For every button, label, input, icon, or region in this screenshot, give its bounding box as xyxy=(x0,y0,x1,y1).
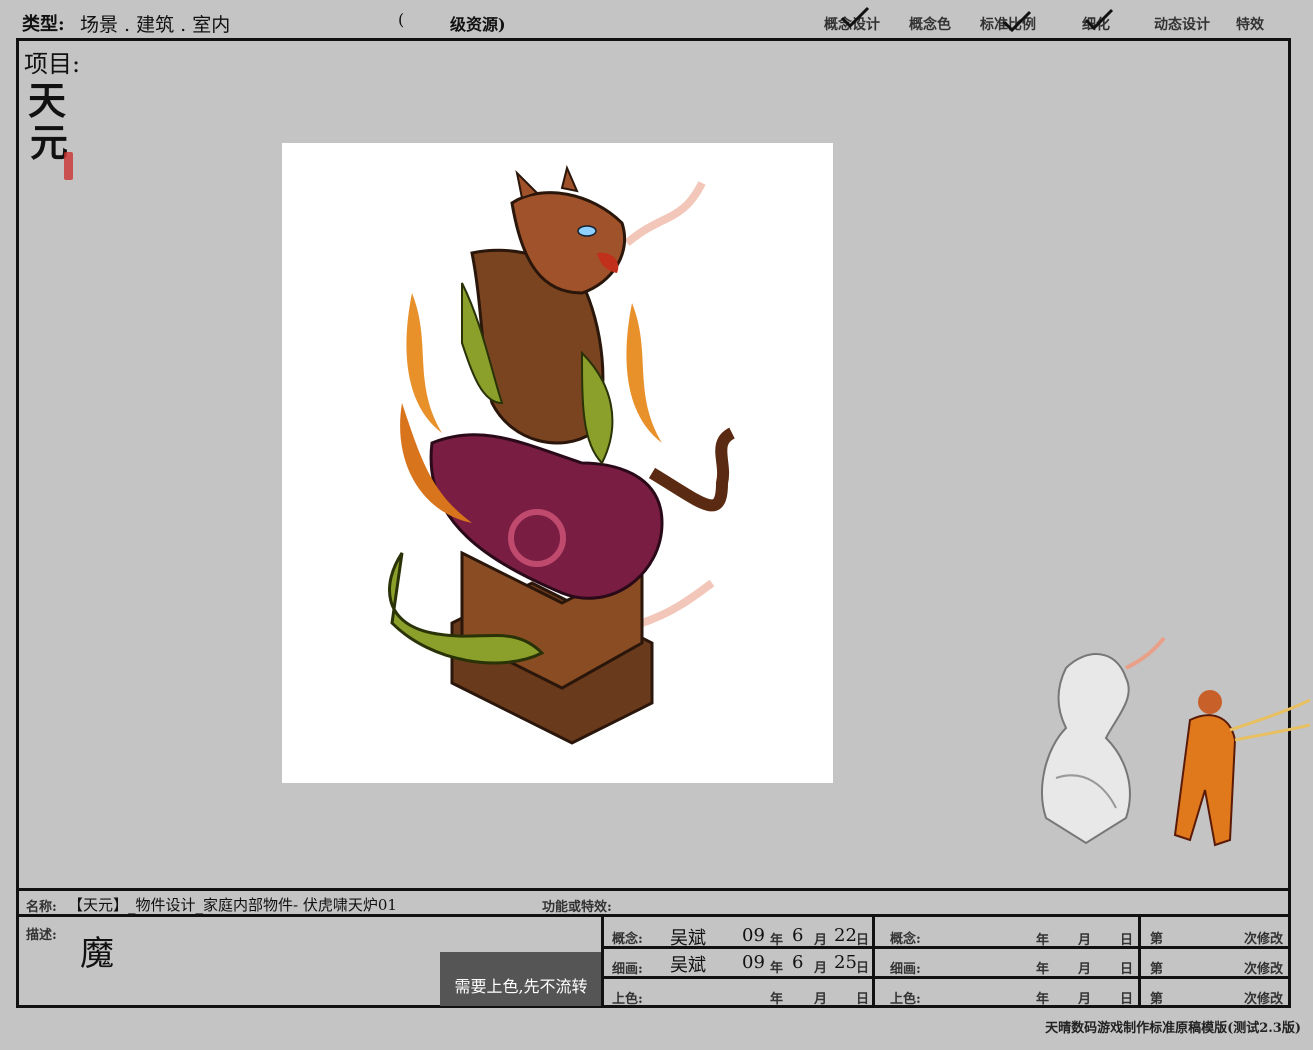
sign-day: 25 xyxy=(834,952,857,973)
status-note: 需要上色,先不流转 xyxy=(440,952,602,1006)
name-label: 名称: xyxy=(26,900,57,915)
sign-month: 6 xyxy=(792,952,804,973)
month-unit: 月 xyxy=(814,992,828,1007)
year-unit: 年 xyxy=(1036,992,1050,1007)
day-unit: 日 xyxy=(1120,962,1134,977)
divider xyxy=(16,888,1291,891)
month-unit: 月 xyxy=(814,933,828,948)
revision-suffix: 次修改 xyxy=(1244,932,1284,947)
character-scale-reference xyxy=(1160,680,1311,852)
stage-motion-design: 动态设计 xyxy=(1154,17,1210,33)
tianyuan-logo: 天 元 xyxy=(24,74,80,184)
sign-name: 吴斌 xyxy=(670,928,706,949)
artwork-panel xyxy=(282,143,833,783)
month-unit: 月 xyxy=(1078,933,1092,948)
year-unit: 年 xyxy=(770,961,784,976)
day-unit: 日 xyxy=(856,961,870,976)
tiger-censer-artwork xyxy=(388,164,736,745)
day-unit: 日 xyxy=(1120,933,1134,948)
revision-suffix: 次修改 xyxy=(1244,962,1284,977)
revision-prefix: 第 xyxy=(1150,962,1164,977)
year-unit: 年 xyxy=(1036,933,1050,948)
reference-sketch xyxy=(1026,628,1166,848)
sign-label: 上色: xyxy=(890,992,921,1007)
template-footer: 天晴数码游戏制作标准原稿模版(测试2.3版) xyxy=(1045,1021,1301,1036)
day-unit: 日 xyxy=(856,992,870,1007)
checkmark-icon xyxy=(840,6,870,29)
revision-prefix: 第 xyxy=(1150,932,1164,947)
stage-effects: 特效 xyxy=(1236,17,1264,33)
day-unit: 日 xyxy=(856,933,870,948)
sign-month: 6 xyxy=(792,925,804,946)
checkmark-icon xyxy=(1084,8,1114,31)
sign-label: 细画: xyxy=(890,962,921,977)
sign-year: 09 xyxy=(742,952,765,973)
svg-text:天: 天 xyxy=(28,78,66,123)
checkmark-icon xyxy=(1002,10,1032,33)
svg-text:元: 元 xyxy=(30,120,68,165)
divider xyxy=(1138,914,1141,1008)
divider xyxy=(601,914,604,1008)
divider xyxy=(872,914,875,1008)
month-unit: 月 xyxy=(1078,962,1092,977)
type-value: 场景 . 建筑 . 室内 xyxy=(80,14,231,36)
sign-day: 22 xyxy=(834,925,857,946)
sign-label: 细画: xyxy=(612,962,643,977)
day-unit: 日 xyxy=(1120,992,1134,1007)
year-unit: 年 xyxy=(1036,962,1050,977)
asset-name: 【天元】_物件设计_家庭内部物件- 伏虎啸天炉01 xyxy=(68,896,397,914)
stage-concept-color: 概念色 xyxy=(909,17,951,33)
level-label: 级资源) xyxy=(450,15,506,34)
description-label: 描述: xyxy=(26,928,57,943)
description-value: 魔 xyxy=(80,934,114,974)
function-effects-label: 功能或特效: xyxy=(542,900,612,915)
year-unit: 年 xyxy=(770,933,784,948)
month-unit: 月 xyxy=(814,961,828,976)
revision-prefix: 第 xyxy=(1150,992,1164,1007)
month-unit: 月 xyxy=(1078,992,1092,1007)
sign-label: 上色: xyxy=(612,992,643,1007)
sign-name: 吴斌 xyxy=(670,955,706,976)
revision-suffix: 次修改 xyxy=(1244,992,1284,1007)
sign-label: 概念: xyxy=(612,932,643,947)
sign-year: 09 xyxy=(742,925,765,946)
sign-label: 概念: xyxy=(890,932,921,947)
level-paren: ( xyxy=(398,10,405,29)
type-label: 类型: xyxy=(22,14,65,35)
year-unit: 年 xyxy=(770,992,784,1007)
